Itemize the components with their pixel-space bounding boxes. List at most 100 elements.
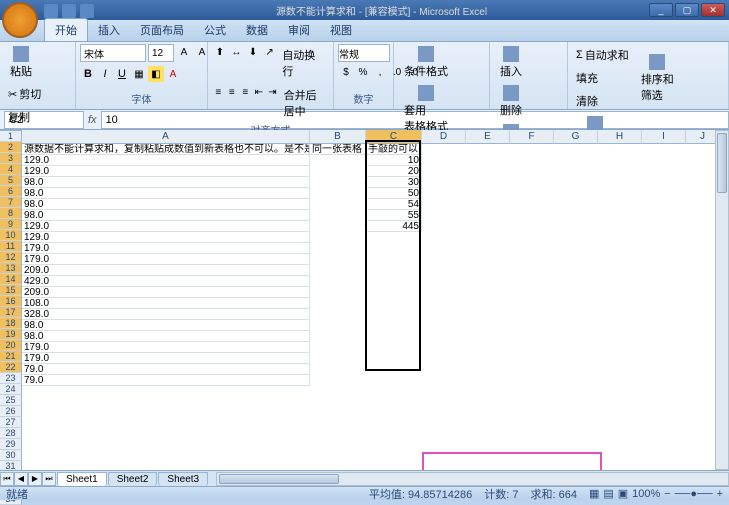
- row-header-12[interactable]: 12: [0, 252, 22, 263]
- qat-redo-icon[interactable]: [80, 4, 94, 18]
- cell-B1[interactable]: 同一张表格: [310, 144, 366, 155]
- align-left-button[interactable]: ≡: [212, 84, 225, 100]
- fill-button[interactable]: 填充: [572, 67, 633, 89]
- cell-A9[interactable]: 129.0: [22, 232, 310, 243]
- align-bottom-button[interactable]: ⬇: [245, 44, 261, 60]
- cell-A15[interactable]: 108.0: [22, 298, 310, 309]
- vertical-scrollbar[interactable]: [715, 130, 729, 470]
- cell-C8[interactable]: 445: [366, 221, 422, 232]
- row-header-7[interactable]: 7: [0, 197, 22, 208]
- cell-A11[interactable]: 179.0: [22, 254, 310, 265]
- row-header-6[interactable]: 6: [0, 186, 22, 197]
- cell-A12[interactable]: 209.0: [22, 265, 310, 276]
- cond-format-button[interactable]: 条件格式: [398, 44, 454, 81]
- col-header-E[interactable]: E: [466, 130, 510, 144]
- row-header-14[interactable]: 14: [0, 274, 22, 285]
- percent-button[interactable]: %: [355, 64, 371, 80]
- row-header-18[interactable]: 18: [0, 318, 22, 329]
- col-header-A[interactable]: A: [22, 130, 310, 144]
- align-right-button[interactable]: ≡: [239, 84, 252, 100]
- col-header-C[interactable]: C: [366, 130, 422, 144]
- align-middle-button[interactable]: ↔: [229, 44, 245, 60]
- tab-页面布局[interactable]: 页面布局: [130, 19, 194, 41]
- row-header-28[interactable]: 28: [0, 428, 22, 439]
- cut-button[interactable]: ✂剪切: [4, 83, 45, 105]
- cell-A20[interactable]: 179.0: [22, 353, 310, 364]
- cell-A17[interactable]: 98.0: [22, 320, 310, 331]
- row-header-20[interactable]: 20: [0, 340, 22, 351]
- row-header-13[interactable]: 13: [0, 263, 22, 274]
- minimize-button[interactable]: _: [649, 3, 673, 17]
- cell-C1[interactable]: 手敲的可以: [366, 144, 422, 155]
- cell-A4[interactable]: 98.0: [22, 177, 310, 188]
- italic-button[interactable]: I: [97, 66, 113, 82]
- cell-A18[interactable]: 98.0: [22, 331, 310, 342]
- insert-cells-button[interactable]: 插入: [494, 44, 528, 81]
- sheet-tab-Sheet1[interactable]: Sheet1: [57, 472, 107, 486]
- font-name-input[interactable]: [80, 44, 146, 62]
- row-header-26[interactable]: 26: [0, 406, 22, 417]
- align-center-button[interactable]: ≡: [226, 84, 239, 100]
- sort-filter-button[interactable]: 排序和 筛选: [635, 52, 680, 105]
- col-header-I[interactable]: I: [642, 130, 686, 144]
- row-header-11[interactable]: 11: [0, 241, 22, 252]
- bold-button[interactable]: B: [80, 66, 96, 82]
- tab-数据[interactable]: 数据: [236, 19, 278, 41]
- row-header-8[interactable]: 8: [0, 208, 22, 219]
- copy-button[interactable]: 复制: [4, 106, 45, 128]
- row-header-23[interactable]: 23: [0, 373, 22, 384]
- row-header-22[interactable]: 22: [0, 362, 22, 373]
- cell-C6[interactable]: 54: [366, 199, 422, 210]
- font-color-button[interactable]: A: [165, 66, 181, 82]
- row-header-21[interactable]: 21: [0, 351, 22, 362]
- cell-C4[interactable]: 30: [366, 177, 422, 188]
- row-header-16[interactable]: 16: [0, 296, 22, 307]
- cell-A8[interactable]: 129.0: [22, 221, 310, 232]
- cell-C5[interactable]: 50: [366, 188, 422, 199]
- col-header-F[interactable]: F: [510, 130, 554, 144]
- view-normal-icon[interactable]: ▦: [589, 487, 599, 500]
- cell-A21[interactable]: 79.0: [22, 364, 310, 375]
- tab-公式[interactable]: 公式: [194, 19, 236, 41]
- cell-A6[interactable]: 98.0: [22, 199, 310, 210]
- merge-button[interactable]: 合并后居中: [280, 84, 329, 122]
- row-header-1[interactable]: 1: [0, 131, 22, 142]
- row-header-10[interactable]: 10: [0, 230, 22, 241]
- row-header-17[interactable]: 17: [0, 307, 22, 318]
- currency-button[interactable]: $: [338, 64, 354, 80]
- cell-A2[interactable]: 129.0: [22, 155, 310, 166]
- align-top-button[interactable]: ⬆: [212, 44, 228, 60]
- cell-C7[interactable]: 55: [366, 210, 422, 221]
- tab-插入[interactable]: 插入: [88, 19, 130, 41]
- qat-undo-icon[interactable]: [62, 4, 76, 18]
- font-size-input[interactable]: [148, 44, 174, 62]
- spreadsheet-grid[interactable]: 1234567891011121314151617181920212223242…: [0, 130, 729, 472]
- row-header-24[interactable]: 24: [0, 384, 22, 395]
- maximize-button[interactable]: ▢: [675, 3, 699, 17]
- table-format-button[interactable]: 套用 表格格式: [398, 83, 454, 136]
- view-break-icon[interactable]: ▣: [618, 487, 628, 500]
- row-header-15[interactable]: 15: [0, 285, 22, 296]
- col-header-G[interactable]: G: [554, 130, 598, 144]
- zoom-in-button[interactable]: +: [717, 488, 723, 500]
- col-header-H[interactable]: H: [598, 130, 642, 144]
- row-header-27[interactable]: 27: [0, 417, 22, 428]
- vscroll-thumb[interactable]: [717, 133, 727, 193]
- row-header-29[interactable]: 29: [0, 439, 22, 450]
- row-header-25[interactable]: 25: [0, 395, 22, 406]
- wrap-text-button[interactable]: 自动换行: [278, 44, 329, 82]
- cell-A5[interactable]: 98.0: [22, 188, 310, 199]
- view-layout-icon[interactable]: ▤: [603, 487, 613, 500]
- row-header-2[interactable]: 2: [0, 142, 22, 153]
- comma-button[interactable]: ,: [372, 64, 388, 80]
- office-button[interactable]: [2, 2, 38, 38]
- grow-font-button[interactable]: A: [176, 44, 192, 60]
- cell-A1[interactable]: 源数据不能计算求和，复制粘贴成数值到新表格也不可以。是不是数字是倒的有符号: [22, 144, 310, 155]
- fill-color-button[interactable]: ◧: [148, 66, 164, 82]
- zoom-out-button[interactable]: −: [664, 488, 670, 500]
- cell-A13[interactable]: 429.0: [22, 276, 310, 287]
- hscroll-thumb[interactable]: [219, 474, 339, 484]
- sheet-nav-next[interactable]: ▶: [28, 472, 42, 486]
- tab-开始[interactable]: 开始: [44, 18, 88, 41]
- cell-A19[interactable]: 179.0: [22, 342, 310, 353]
